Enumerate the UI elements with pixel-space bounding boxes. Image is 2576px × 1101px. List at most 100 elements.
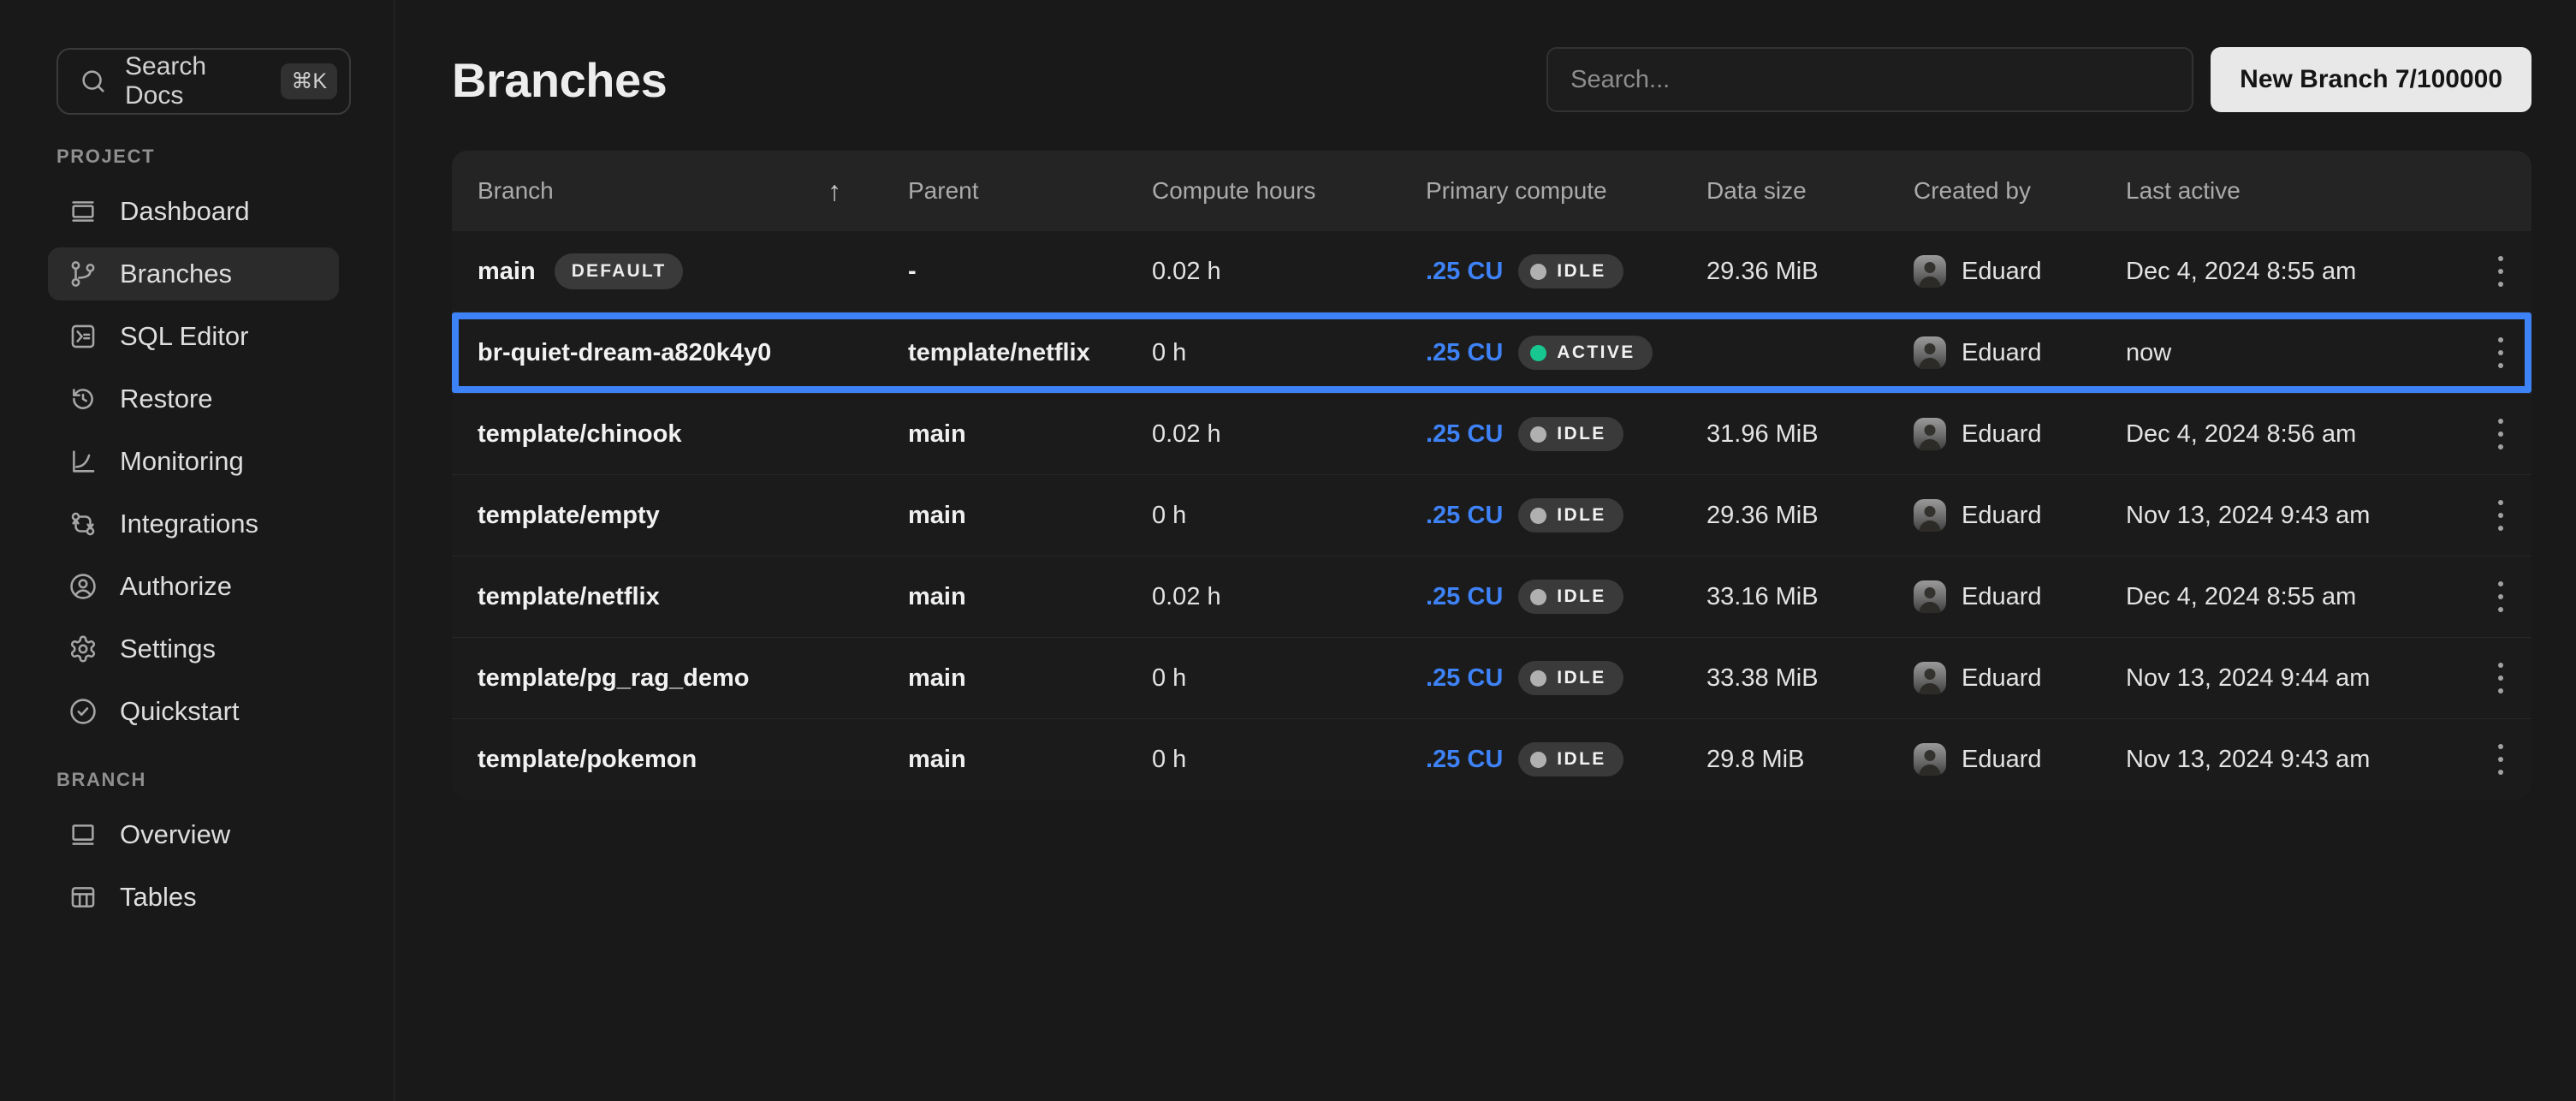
status-dot-icon: [1530, 426, 1546, 443]
status-label: IDLE: [1557, 586, 1606, 607]
last-active-cell: Nov 13, 2024 9:43 am: [2126, 502, 2458, 530]
sidebar-item-label: Tables: [120, 882, 197, 913]
column-label: Last active: [2126, 177, 2241, 205]
branches-icon: [68, 259, 98, 289]
column-header-parent[interactable]: Parent: [908, 177, 1152, 205]
branch-cell: template/pg_rag_demo: [478, 664, 908, 693]
row-menu-button[interactable]: [2484, 247, 2518, 296]
data-size-cell: 33.38 MiB: [1706, 664, 1914, 693]
parent-cell: main: [908, 664, 1152, 693]
compute-hours-cell: 0 h: [1152, 746, 1426, 774]
column-header-created-by[interactable]: Created by: [1914, 177, 2126, 205]
branch-row-main[interactable]: main DEFAULT - 0.02 h .25 CU IDLE 29.36 …: [452, 231, 2531, 312]
branch-row-template-empty[interactable]: template/empty main 0 h .25 CU IDLE 29.3…: [452, 474, 2531, 556]
monitoring-icon: [68, 447, 98, 476]
sidebar-item-label: SQL Editor: [120, 321, 248, 352]
search-icon: [79, 67, 108, 96]
branch-row-br-quiet-dream-a820k4y0[interactable]: br-quiet-dream-a820k4y0 template/netflix…: [452, 312, 2531, 393]
sidebar-item-dashboard[interactable]: Dashboard: [48, 185, 339, 238]
row-menu-button[interactable]: [2484, 409, 2518, 459]
status-label: IDLE: [1557, 668, 1606, 688]
sidebar-item-authorize[interactable]: Authorize: [48, 560, 339, 613]
compute-hours-cell: 0.02 h: [1152, 258, 1426, 286]
last-active-cell: Dec 4, 2024 8:55 am: [2126, 258, 2458, 286]
row-menu-button[interactable]: [2484, 328, 2518, 378]
avatar: [1914, 418, 1946, 450]
column-header-primary-compute[interactable]: Primary compute: [1426, 177, 1706, 205]
created-by-cell: Eduard: [1914, 255, 2126, 288]
parent-cell: main: [908, 583, 1152, 611]
compute-units-value: .25 CU: [1426, 258, 1503, 286]
row-actions-cell: [2458, 328, 2518, 378]
branch-name: main: [478, 258, 536, 286]
created-by-cell: Eduard: [1914, 336, 2126, 369]
column-header-data-size[interactable]: Data size: [1706, 177, 1914, 205]
primary-compute-cell: .25 CU IDLE: [1426, 498, 1706, 533]
created-by-name: Eduard: [1962, 420, 2042, 449]
primary-compute-cell: .25 CU ACTIVE: [1426, 336, 1706, 370]
sidebar-item-quickstart[interactable]: Quickstart: [48, 685, 339, 738]
branch-name: template/empty: [478, 502, 660, 530]
compute-units-value: .25 CU: [1426, 502, 1503, 530]
branches-table: Branch ↑ Parent Compute hours Primary co…: [452, 151, 2531, 800]
status-badge: IDLE: [1518, 580, 1623, 614]
sidebar-section-title-branch: BRANCH: [56, 769, 394, 791]
row-menu-button[interactable]: [2484, 735, 2518, 784]
row-menu-button[interactable]: [2484, 572, 2518, 622]
sidebar-section-list: Dashboard Branches SQL Editor Restore Mo…: [48, 185, 394, 738]
column-header-compute-hours[interactable]: Compute hours: [1152, 177, 1426, 205]
sidebar-item-branches[interactable]: Branches: [48, 247, 339, 301]
parent-cell: main: [908, 746, 1152, 774]
avatar: [1914, 255, 1946, 288]
branch-name: template/netflix: [478, 583, 660, 611]
new-branch-button[interactable]: New Branch 7/100000: [2211, 47, 2531, 112]
sidebar-item-sql-editor[interactable]: SQL Editor: [48, 310, 339, 363]
branch-row-template-chinook[interactable]: template/chinook main 0.02 h .25 CU IDLE…: [452, 393, 2531, 474]
tables-icon: [68, 883, 98, 912]
status-dot-icon: [1530, 345, 1546, 361]
branch-cell: main DEFAULT: [478, 253, 908, 289]
search-docs-label: Search Docs: [125, 52, 264, 110]
status-label: IDLE: [1557, 505, 1606, 526]
sidebar: Search Docs ⌘K PROJECT Dashboard Branche…: [0, 0, 395, 1101]
branch-row-template-pg-rag-demo[interactable]: template/pg_rag_demo main 0 h .25 CU IDL…: [452, 637, 2531, 718]
sidebar-item-restore[interactable]: Restore: [48, 372, 339, 426]
column-label: Data size: [1706, 177, 1807, 205]
main-content: Branches New Branch 7/100000 Branch ↑ Pa…: [395, 0, 2576, 1101]
page-title: Branches: [452, 52, 667, 108]
branch-row-template-pokemon[interactable]: template/pokemon main 0 h .25 CU IDLE 29…: [452, 718, 2531, 800]
row-menu-button[interactable]: [2484, 491, 2518, 540]
row-actions-cell: [2458, 572, 2518, 622]
compute-units-value: .25 CU: [1426, 746, 1503, 774]
search-input[interactable]: [1546, 47, 2193, 112]
sidebar-item-label: Restore: [120, 384, 213, 414]
table-header-row: Branch ↑ Parent Compute hours Primary co…: [452, 151, 2531, 231]
last-active-cell: Nov 13, 2024 9:44 am: [2126, 664, 2458, 693]
default-badge: DEFAULT: [555, 253, 684, 289]
created-by-cell: Eduard: [1914, 418, 2126, 450]
row-menu-button[interactable]: [2484, 653, 2518, 703]
status-dot-icon: [1530, 264, 1546, 280]
sidebar-item-settings[interactable]: Settings: [48, 622, 339, 675]
status-badge: IDLE: [1518, 498, 1623, 533]
primary-compute-cell: .25 CU IDLE: [1426, 417, 1706, 451]
sidebar-item-label: Monitoring: [120, 446, 244, 477]
column-label: Primary compute: [1426, 177, 1607, 205]
row-actions-cell: [2458, 247, 2518, 296]
column-header-branch[interactable]: Branch ↑: [478, 176, 908, 207]
created-by-name: Eduard: [1962, 746, 2042, 774]
primary-compute-cell: .25 CU IDLE: [1426, 254, 1706, 289]
search-docs-button[interactable]: Search Docs ⌘K: [56, 48, 351, 115]
sidebar-item-integrations[interactable]: Integrations: [48, 497, 339, 550]
compute-units-value: .25 CU: [1426, 664, 1503, 693]
sidebar-item-overview[interactable]: Overview: [48, 808, 339, 861]
page-header: Branches New Branch 7/100000: [452, 46, 2531, 113]
sidebar-item-tables[interactable]: Tables: [48, 871, 339, 924]
branch-row-template-netflix[interactable]: template/netflix main 0.02 h .25 CU IDLE…: [452, 556, 2531, 637]
last-active-cell: Dec 4, 2024 8:55 am: [2126, 583, 2458, 611]
status-dot-icon: [1530, 670, 1546, 687]
sidebar-item-monitoring[interactable]: Monitoring: [48, 435, 339, 488]
column-header-last-active[interactable]: Last active: [2126, 177, 2458, 205]
sidebar-nav: PROJECT Dashboard Branches SQL Editor Re…: [48, 146, 394, 924]
sidebar-item-label: Dashboard: [120, 196, 250, 227]
